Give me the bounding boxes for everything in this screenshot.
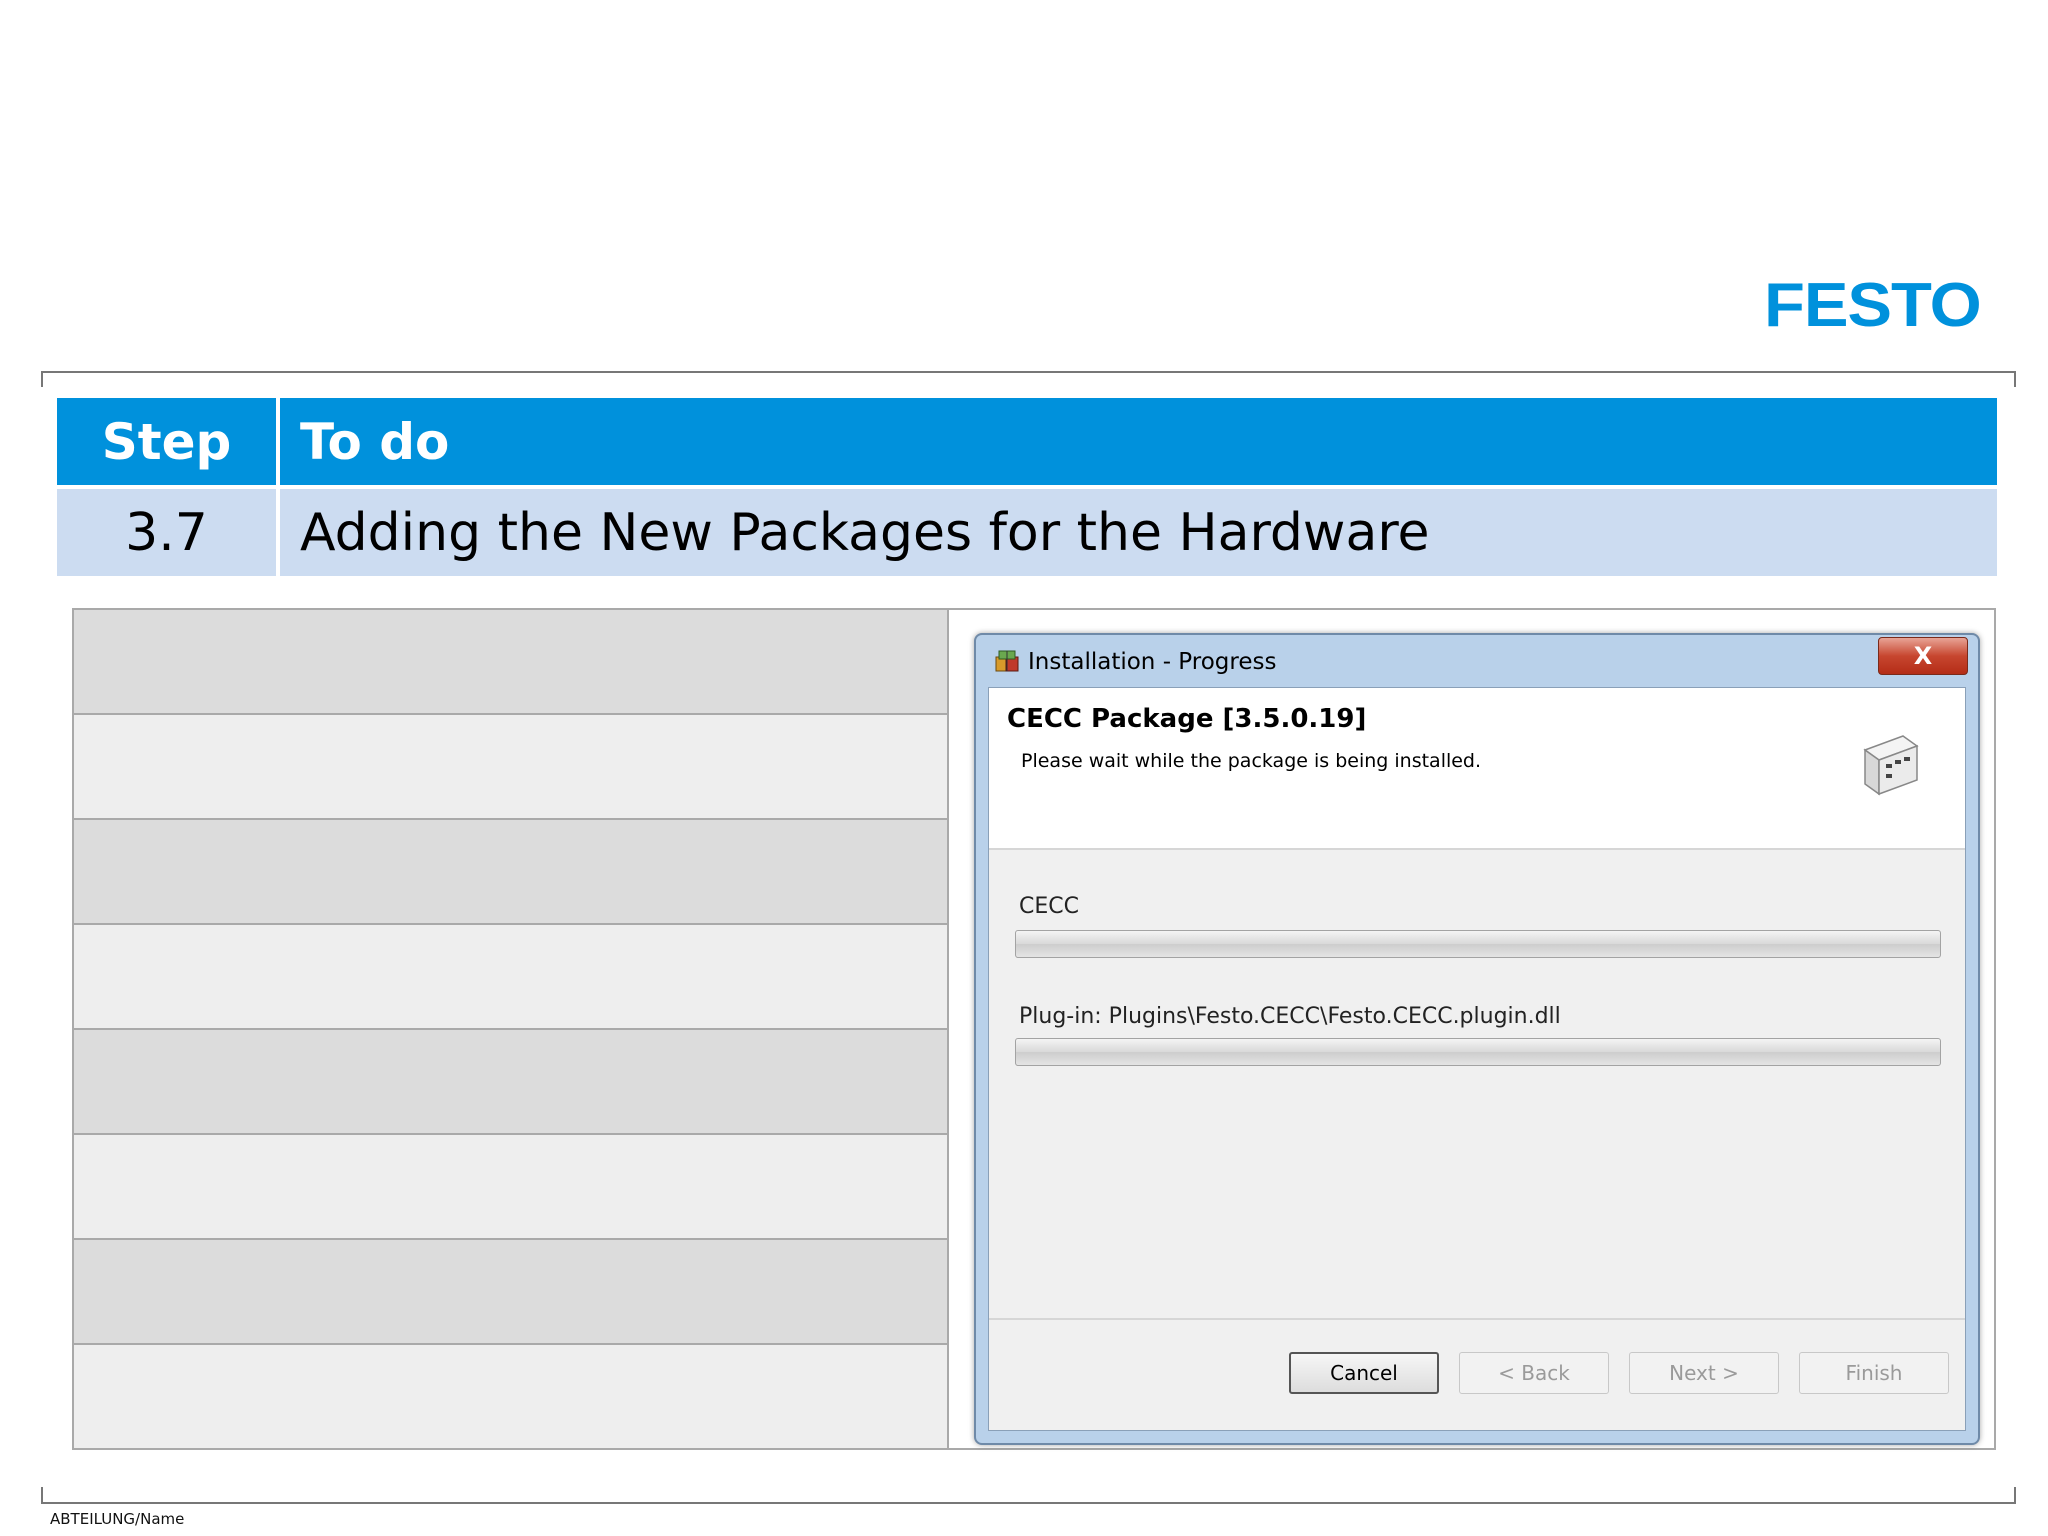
footer-divider: [41, 1487, 2016, 1504]
cancel-button[interactable]: Cancel: [1289, 1352, 1439, 1394]
step-column-header: Step: [57, 398, 280, 485]
controller-device-icon: [1863, 735, 1919, 796]
step-number: 3.7: [57, 489, 280, 576]
header-divider: [41, 371, 2016, 387]
dialog-titlebar[interactable]: Installation - Progress X: [976, 635, 1978, 687]
installation-progress-dialog: Installation - Progress X CECC Package […: [974, 633, 1980, 1445]
next-button[interactable]: Next >: [1629, 1352, 1779, 1394]
progress-label-plugin: Plug-in: Plugins\Festo.CECC\Festo.CECC.p…: [1019, 1004, 1561, 1029]
dialog-header-panel: CECC Package [3.5.0.19] Please wait whil…: [989, 688, 1965, 850]
dialog-body: CECC Package [3.5.0.19] Please wait whil…: [988, 687, 1966, 1431]
table-row: [74, 610, 947, 715]
festo-logo: FESTO: [1764, 271, 1982, 340]
package-subtitle: Please wait while the package is being i…: [1021, 750, 1482, 772]
step-description: Adding the New Packages for the Hardware: [300, 502, 1430, 563]
todo-column-header: To do: [300, 412, 450, 471]
progress-bar-plugin: [1015, 1038, 1941, 1066]
progress-bar-package: [1015, 930, 1941, 958]
package-icon: [995, 650, 1019, 672]
table-row: [74, 1240, 947, 1345]
table-row: [74, 1135, 947, 1240]
progress-label-package: CECC: [1019, 894, 1079, 919]
step-table: Step To do 3.7 Adding the New Packages f…: [57, 398, 1997, 576]
close-button[interactable]: X: [1878, 637, 1968, 675]
table-row: [74, 925, 947, 1030]
dialog-title: Installation - Progress: [1028, 649, 1277, 675]
striped-table: [74, 610, 949, 1448]
button-bar-divider: [989, 1318, 1965, 1320]
table-row: [74, 1345, 947, 1448]
table-row: [74, 715, 947, 820]
table-row: [74, 1030, 947, 1135]
back-button[interactable]: < Back: [1459, 1352, 1609, 1394]
table-row: [74, 820, 947, 925]
step-table-header: Step To do: [57, 398, 1997, 485]
step-row: 3.7 Adding the New Packages for the Hard…: [57, 489, 1997, 576]
footer-label: ABTEILUNG/Name: [50, 1510, 185, 1528]
package-title: CECC Package [3.5.0.19]: [1007, 704, 1367, 734]
finish-button[interactable]: Finish: [1799, 1352, 1949, 1394]
